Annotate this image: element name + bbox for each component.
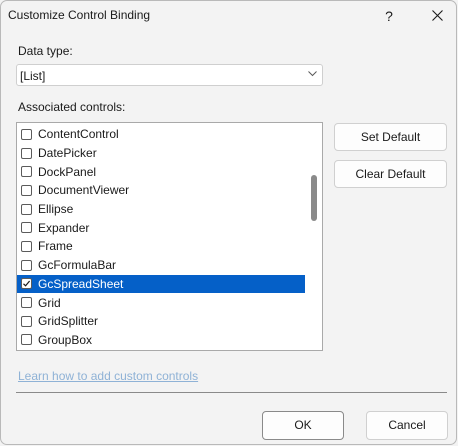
list-item[interactable]: DockPanel [17, 162, 305, 181]
associated-controls-list[interactable]: ContentControl DatePicker DockPanel Docu… [16, 122, 323, 351]
list-item[interactable]: GcSpreadSheet [17, 274, 305, 294]
list-item-label: Expander [38, 220, 90, 235]
list-item-label: GroupBox [38, 332, 93, 347]
checkbox[interactable] [21, 203, 32, 215]
cancel-button[interactable]: Cancel [366, 411, 448, 440]
list-item[interactable]: GridSplitter [17, 312, 305, 331]
help-button[interactable]: ? [367, 3, 411, 29]
list-item-label: ContentControl [38, 127, 119, 142]
list-item[interactable]: Frame [17, 237, 305, 256]
list-item-label: Ellipse [38, 202, 74, 217]
checkbox[interactable] [21, 184, 32, 196]
title-bar: Customize Control Binding ? [1, 1, 456, 31]
checkmark-icon [23, 280, 31, 288]
list-item-label: GcSpreadSheet [38, 276, 124, 291]
list-item-label: DatePicker [38, 146, 97, 161]
checkbox[interactable] [21, 166, 32, 178]
checkbox[interactable] [21, 315, 32, 327]
checkbox[interactable] [21, 297, 32, 309]
list-item-label: Frame [38, 239, 73, 254]
data-type-value: [List] [20, 69, 46, 83]
checkbox[interactable] [21, 278, 32, 290]
data-type-combobox[interactable]: [List] [16, 64, 323, 86]
list-item[interactable]: Grid [17, 293, 305, 312]
list-item-label: DocumentViewer [38, 183, 130, 198]
list-item-label: DockPanel [38, 164, 97, 179]
divider [16, 392, 447, 393]
set-default-button[interactable]: Set Default [334, 123, 447, 151]
list-item[interactable]: DatePicker [17, 144, 305, 163]
list-item[interactable]: Ellipse [17, 200, 305, 219]
vertical-scrollbar[interactable] [307, 123, 322, 350]
checkbox[interactable] [21, 240, 32, 252]
list-item[interactable]: GcFormulaBar [17, 256, 305, 275]
chevron-down-icon [308, 71, 317, 77]
close-icon [431, 10, 443, 21]
list-item[interactable]: DocumentViewer [17, 181, 305, 200]
customize-control-binding-dialog: Customize Control Binding ? Data type: [… [0, 0, 457, 445]
list-items-container: ContentControl DatePicker DockPanel Docu… [17, 125, 307, 349]
list-item[interactable]: Expander [17, 218, 305, 237]
close-button[interactable] [415, 3, 456, 29]
checkbox[interactable] [21, 147, 32, 159]
list-item-label: Grid [38, 295, 61, 310]
help-icon: ? [385, 8, 393, 24]
ok-button[interactable]: OK [262, 411, 344, 440]
associated-controls-label: Associated controls: [18, 100, 126, 114]
checkbox[interactable] [21, 222, 32, 234]
scrollbar-thumb[interactable] [311, 175, 317, 221]
data-type-label: Data type: [18, 44, 73, 58]
window-title: Customize Control Binding [8, 8, 151, 22]
list-item-label: GridSplitter [38, 314, 99, 329]
clear-default-button[interactable]: Clear Default [334, 160, 447, 188]
checkbox[interactable] [21, 334, 32, 346]
list-item-label: GcFormulaBar [38, 258, 117, 273]
list-item[interactable]: ContentControl [17, 125, 305, 144]
list-item[interactable]: GroupBox [17, 331, 305, 350]
checkbox[interactable] [21, 128, 32, 140]
checkbox[interactable] [21, 259, 32, 271]
learn-custom-controls-link[interactable]: Learn how to add custom controls [18, 369, 198, 383]
